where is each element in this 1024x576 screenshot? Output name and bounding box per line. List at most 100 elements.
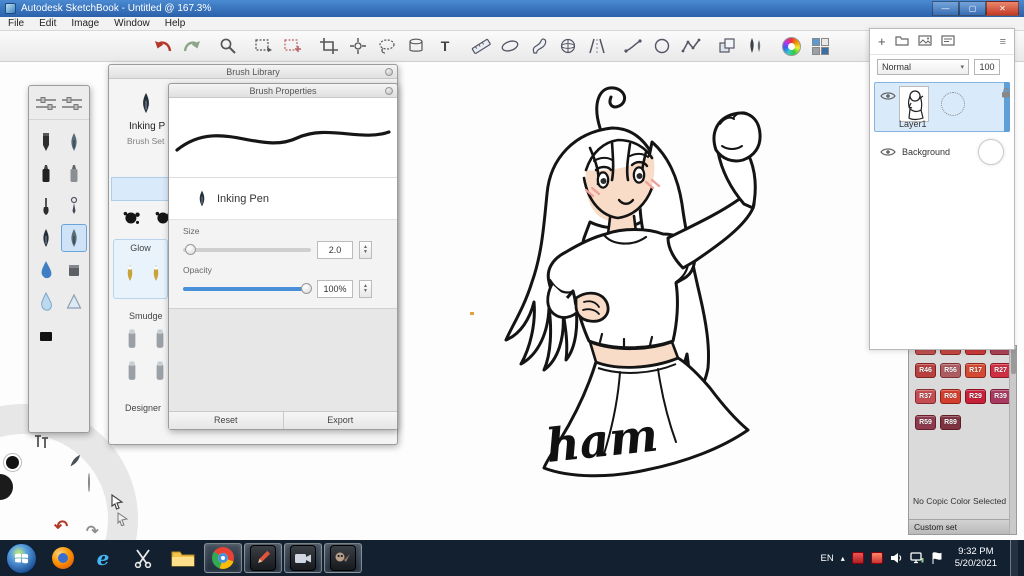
lagoon-transform-icon[interactable] xyxy=(32,434,50,455)
menu-help[interactable]: Help xyxy=(165,18,186,29)
taskbar-snipping-tool-icon[interactable] xyxy=(124,543,162,573)
opacity-slider-knob[interactable] xyxy=(301,283,312,294)
taskbar-camera-icon[interactable] xyxy=(284,543,322,573)
add-layer-button[interactable]: + xyxy=(878,34,886,49)
select-rect-icon[interactable] xyxy=(249,33,278,59)
perspective-icon[interactable] xyxy=(553,33,582,59)
polyline-tool-icon[interactable] xyxy=(676,33,705,59)
taskbar-gimp-icon[interactable] xyxy=(324,543,362,573)
undo-icon[interactable] xyxy=(148,33,177,59)
copy-merge-icon[interactable] xyxy=(712,33,741,59)
size-value[interactable]: 2.0 xyxy=(317,241,353,259)
copic-swatch[interactable]: R29 xyxy=(965,389,986,404)
ruler-icon[interactable] xyxy=(466,33,495,59)
size-slider[interactable] xyxy=(183,244,311,255)
minimize-button[interactable]: — xyxy=(932,1,959,16)
tray-clock[interactable]: 9:32 PM 5/20/2021 xyxy=(949,546,1003,570)
layer-opacity-input[interactable]: 100 xyxy=(974,59,1000,75)
copic-custom-set-bar[interactable]: Custom set xyxy=(909,519,1009,534)
text-tool-icon[interactable]: T xyxy=(430,33,459,59)
brush-properties-close-icon[interactable] xyxy=(385,87,393,95)
library-splatter-brush-icon[interactable] xyxy=(121,207,143,234)
copic-swatch[interactable]: R17 xyxy=(965,363,986,378)
tray-network-icon[interactable] xyxy=(910,552,924,564)
brush-slot-light-drop[interactable] xyxy=(33,288,59,316)
brush-set-icon[interactable] xyxy=(741,33,770,59)
smudge-brush-icon[interactable] xyxy=(123,359,141,390)
tray-app-red-icon[interactable] xyxy=(851,552,864,564)
background-color-circle[interactable] xyxy=(978,139,1004,165)
brush-slot-square-brush[interactable] xyxy=(61,256,87,284)
taskbar-firefox-icon[interactable] xyxy=(44,543,82,573)
layer-row-background[interactable]: Background xyxy=(874,135,1010,169)
language-indicator[interactable]: EN xyxy=(821,553,834,564)
taskbar-explorer-folder-icon[interactable] xyxy=(164,543,202,573)
slider-icon[interactable] xyxy=(35,96,57,110)
ellipse-guide-icon[interactable] xyxy=(495,33,524,59)
layer-row-layer1[interactable]: Layer1 xyxy=(874,82,1010,132)
layer1-visibility-eye-icon[interactable] xyxy=(880,91,896,101)
color-swatches-icon[interactable] xyxy=(806,33,835,59)
lagoon-brush-icon[interactable] xyxy=(66,452,84,475)
smudge-brush-icon[interactable] xyxy=(123,327,141,358)
size-slider-knob[interactable] xyxy=(185,244,196,255)
lagoon-black-dot[interactable] xyxy=(6,456,19,469)
brush-slot-chisel[interactable] xyxy=(33,322,59,350)
redo-icon[interactable] xyxy=(177,33,206,59)
brush-slot-triangle-brush[interactable] xyxy=(61,288,87,316)
brush-properties-titlebar[interactable]: Brush Properties xyxy=(169,84,397,98)
size-stepper[interactable]: ▲ ▼ xyxy=(359,241,372,259)
copic-swatch[interactable]: R89 xyxy=(940,415,961,430)
brush-slot-water-drop[interactable] xyxy=(33,256,59,284)
layer1-thumbnail[interactable] xyxy=(899,86,929,122)
maximize-button[interactable]: ▢ xyxy=(959,1,986,16)
copic-swatch[interactable]: R39 xyxy=(990,389,1011,404)
copic-swatch[interactable]: R46 xyxy=(915,363,936,378)
circle-tool-icon[interactable] xyxy=(647,33,676,59)
import-image-alt-button[interactable] xyxy=(940,33,955,51)
opacity-stepper[interactable]: ▲ ▼ xyxy=(359,280,372,298)
smudge-brush-icon[interactable] xyxy=(151,327,169,358)
lagoon-undo-icon[interactable]: ↶ xyxy=(54,517,68,537)
export-button[interactable]: Export xyxy=(283,412,397,429)
brush-library-close-icon[interactable] xyxy=(385,68,393,76)
smudge-brush-icon[interactable] xyxy=(151,359,169,390)
glow-brush-icon[interactable] xyxy=(122,262,138,284)
import-image-button[interactable] xyxy=(917,33,932,51)
tray-app-red2-icon[interactable] xyxy=(870,552,883,564)
tray-volume-icon[interactable] xyxy=(890,552,903,564)
brush-slot-pen[interactable] xyxy=(61,128,87,156)
layer1-marking-menu[interactable] xyxy=(941,92,965,116)
close-button[interactable]: ✕ xyxy=(986,1,1019,16)
menu-image[interactable]: Image xyxy=(71,18,99,29)
select-add-icon[interactable] xyxy=(278,33,307,59)
zoom-icon[interactable] xyxy=(213,33,242,59)
layer-folder-button[interactable] xyxy=(894,33,909,51)
opacity-value[interactable]: 100% xyxy=(317,280,353,298)
lagoon-pointer-icon[interactable] xyxy=(116,512,130,531)
brush-slot-ink-pen-dark[interactable] xyxy=(33,224,59,252)
brush-slot-paintbrush[interactable] xyxy=(33,192,59,220)
blend-mode-select[interactable]: Normal ▾ xyxy=(877,59,969,75)
menu-file[interactable]: File xyxy=(8,18,24,29)
tray-action-center-flag-icon[interactable] xyxy=(931,551,942,565)
copic-swatch[interactable]: R37 xyxy=(915,389,936,404)
copic-swatch[interactable]: R59 xyxy=(915,415,936,430)
transform-icon[interactable] xyxy=(343,33,372,59)
brush-slot-airbrush[interactable] xyxy=(61,192,87,220)
lagoon-redo-icon[interactable]: ↷ xyxy=(86,522,99,540)
start-button[interactable] xyxy=(6,542,37,574)
brush-slot-pencil[interactable] xyxy=(33,128,59,156)
tray-expand-icon[interactable]: ▴ xyxy=(841,554,845,563)
brush-slot-marker-gray[interactable] xyxy=(61,160,87,188)
canvas-drawing[interactable]: ham xyxy=(400,62,820,542)
menu-window[interactable]: Window xyxy=(114,18,150,29)
slider-icon[interactable] xyxy=(61,96,83,110)
copic-swatch[interactable]: R27 xyxy=(990,363,1011,378)
reset-button[interactable]: Reset xyxy=(169,412,284,429)
brush-library-titlebar[interactable]: Brush Library xyxy=(109,65,397,79)
copic-scrollbar[interactable] xyxy=(1009,346,1016,534)
taskbar-chrome-icon[interactable] xyxy=(204,543,242,573)
taskbar-sketchbook-icon[interactable] xyxy=(244,543,282,573)
symmetry-icon[interactable] xyxy=(582,33,611,59)
